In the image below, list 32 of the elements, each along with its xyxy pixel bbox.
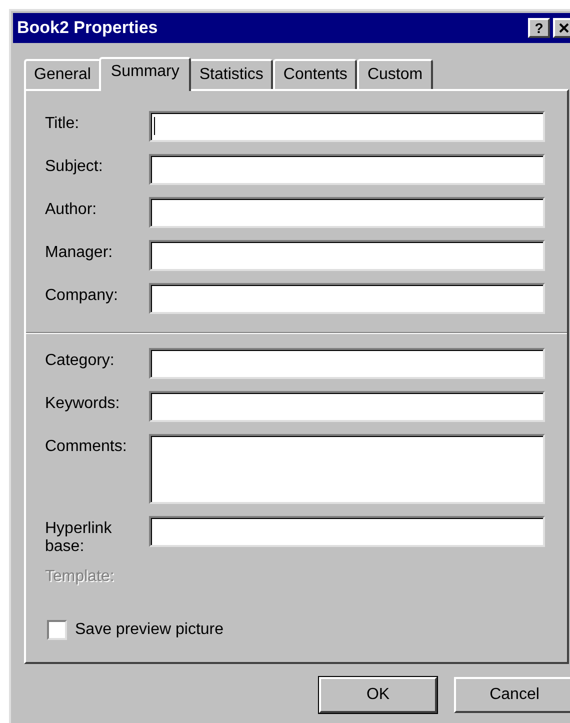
input-field[interactable] xyxy=(149,283,545,314)
help-button[interactable]: ? xyxy=(528,18,550,38)
checkbox-label: Save preview picture xyxy=(75,620,224,640)
close-icon xyxy=(559,23,569,33)
field-label: Comments: xyxy=(45,437,128,456)
cancel-button[interactable]: Cancel xyxy=(454,677,570,713)
text-area[interactable] xyxy=(149,434,545,504)
tab[interactable]: General xyxy=(24,59,101,89)
field-label: Title: xyxy=(45,114,80,133)
close-button[interactable] xyxy=(553,18,570,38)
tab[interactable]: Contents xyxy=(273,59,358,89)
field-label: Author: xyxy=(45,200,98,219)
input-field[interactable] xyxy=(149,154,545,185)
tab[interactable]: Summary xyxy=(98,57,192,91)
window-title: Book2 Properties xyxy=(17,17,159,40)
tab[interactable]: Custom xyxy=(357,59,433,89)
input-field[interactable] xyxy=(149,391,545,422)
checkbox[interactable] xyxy=(47,620,67,640)
field-label: Keywords: xyxy=(45,394,121,413)
ok-button[interactable]: OK xyxy=(319,677,437,713)
field-label: Template: xyxy=(45,567,116,586)
input-field[interactable] xyxy=(149,516,545,547)
field-label: Subject: xyxy=(45,157,104,176)
field-label: Manager: xyxy=(45,243,114,262)
field-label: Category: xyxy=(45,351,116,370)
input-field[interactable] xyxy=(149,111,545,142)
field-label: Hyperlink base: xyxy=(45,519,113,556)
input-field[interactable] xyxy=(149,197,545,228)
input-field[interactable] xyxy=(149,348,545,379)
input-field[interactable] xyxy=(149,240,545,271)
field-label: Company: xyxy=(45,286,119,305)
tab[interactable]: Statistics xyxy=(189,59,274,89)
